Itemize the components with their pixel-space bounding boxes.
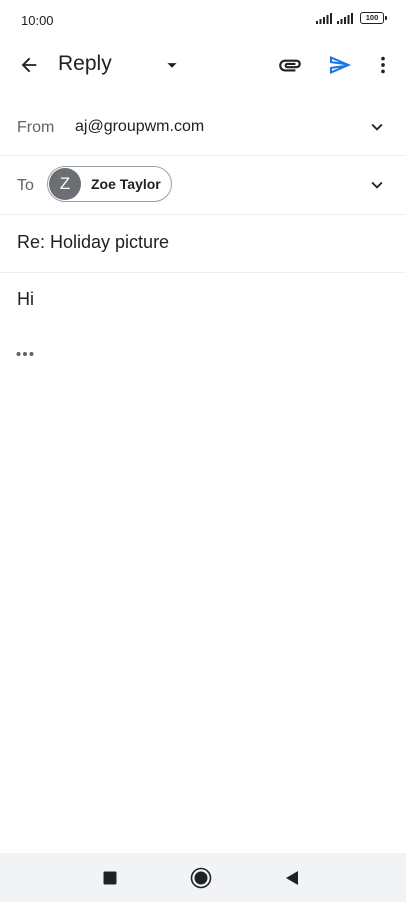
to-label: To	[17, 177, 34, 194]
recipient-chip[interactable]: Z Zoe Taylor	[47, 166, 172, 202]
send-button[interactable]	[322, 47, 358, 83]
square-icon	[103, 871, 117, 885]
to-row: To Z Zoe Taylor	[0, 156, 406, 215]
status-time: 10:00	[21, 13, 54, 28]
chevron-down-icon	[371, 181, 383, 189]
show-quoted-text-button[interactable]	[12, 343, 38, 365]
navigation-bar	[0, 853, 406, 902]
subject-field[interactable]: Re: Holiday picture	[17, 232, 169, 253]
reply-title[interactable]: Reply	[58, 52, 112, 76]
from-row: From aj@groupwm.com	[0, 98, 406, 156]
caret-down-icon	[167, 63, 177, 68]
chevron-down-icon	[371, 123, 383, 131]
from-expand-button[interactable]	[359, 109, 395, 145]
arrow-left-icon	[21, 57, 37, 73]
from-account[interactable]: aj@groupwm.com	[75, 118, 204, 136]
more-options-button[interactable]	[365, 47, 401, 83]
to-expand-button[interactable]	[359, 167, 395, 203]
body-field[interactable]: Hi	[17, 289, 34, 310]
avatar: Z	[49, 168, 81, 200]
back-button[interactable]	[11, 47, 47, 83]
compose-screen: 10:00 100 Reply From aj@groupwm.com To Z…	[0, 0, 406, 902]
attach-button[interactable]	[272, 47, 308, 83]
recipient-name: Zoe Taylor	[91, 176, 161, 192]
app-bar: Reply	[0, 40, 406, 90]
recent-apps-button[interactable]	[93, 861, 127, 895]
more-horiz-icon	[16, 352, 34, 356]
home-button[interactable]	[184, 861, 218, 895]
send-icon	[330, 56, 351, 74]
signal-icon	[316, 12, 332, 24]
battery-icon: 100	[360, 12, 387, 24]
reply-type-dropdown[interactable]	[154, 47, 190, 83]
nav-back-button[interactable]	[275, 861, 309, 895]
subject-row[interactable]: Re: Holiday picture	[0, 215, 406, 273]
paperclip-icon	[279, 59, 301, 72]
more-vert-icon	[381, 56, 385, 74]
triangle-back-icon	[286, 871, 298, 885]
status-bar: 10:00 100	[0, 0, 406, 40]
from-label: From	[17, 119, 55, 136]
circle-home-icon	[190, 867, 212, 889]
signal-icon-2	[337, 12, 353, 24]
status-icons: 100	[316, 12, 387, 24]
